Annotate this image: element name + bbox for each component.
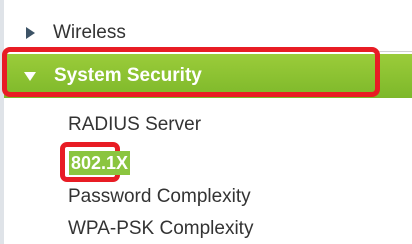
subnav-item-password-complexity[interactable]: Password Complexity	[68, 186, 251, 208]
highlight-box-8021x: 802.1X	[60, 142, 131, 182]
sidebar-nav: Wireless System Security RADIUS Server 8…	[0, 0, 412, 244]
nav-item-system-security-label: System Security	[54, 65, 202, 86]
triangle-right-icon	[26, 26, 35, 39]
subnav-item-8021x[interactable]: 802.1X	[69, 151, 131, 175]
subnav-item-radius-server[interactable]: RADIUS Server	[68, 114, 201, 136]
nav-item-wireless[interactable]: Wireless	[4, 14, 412, 52]
triangle-down-icon	[24, 71, 36, 81]
nav-item-system-security[interactable]: System Security	[4, 54, 412, 98]
subnav-item-wpa-psk-complexity[interactable]: WPA-PSK Complexity	[68, 218, 253, 240]
nav-item-wireless-label: Wireless	[53, 21, 126, 43]
